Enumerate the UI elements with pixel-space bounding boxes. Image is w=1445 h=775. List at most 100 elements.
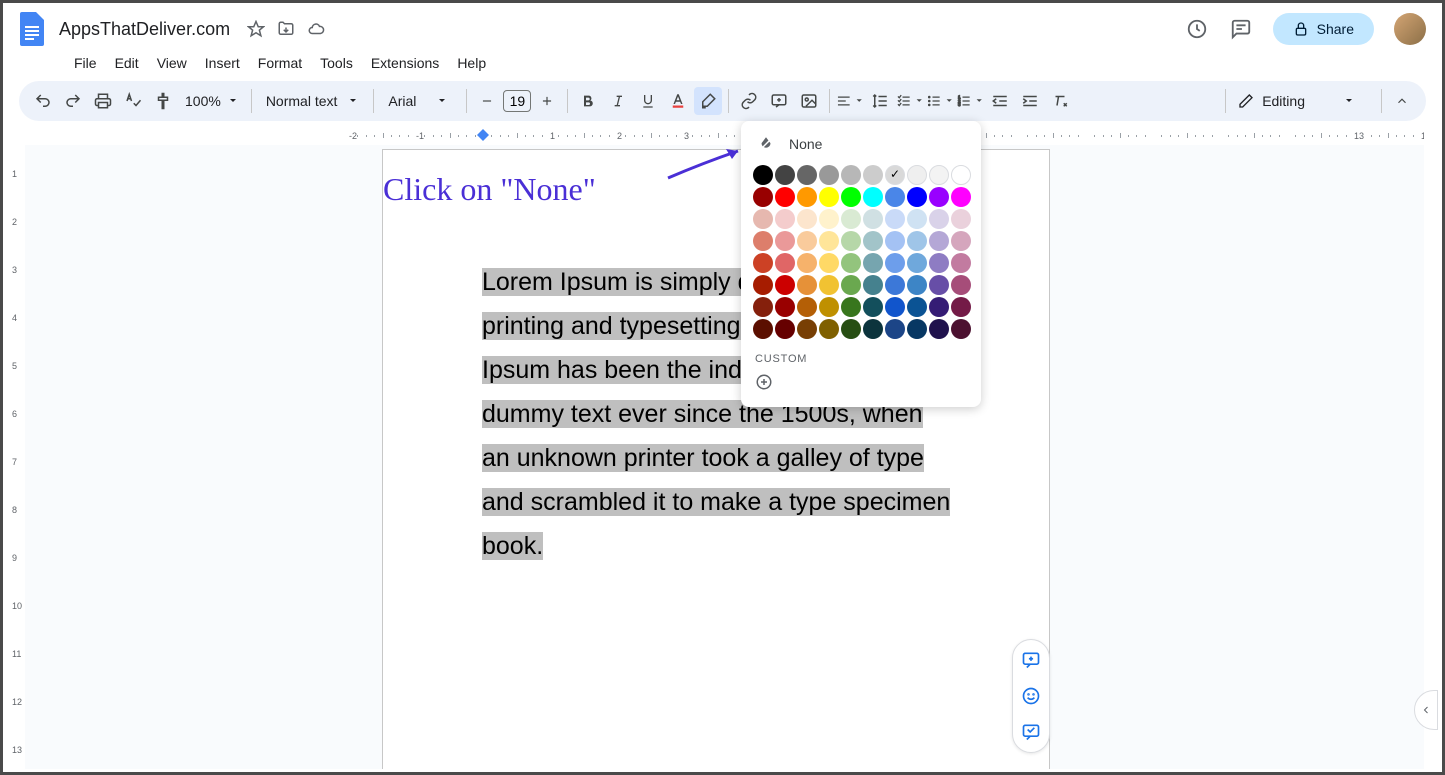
color-swatch[interactable]: [797, 231, 817, 251]
checklist-button[interactable]: [896, 87, 924, 115]
underline-button[interactable]: [634, 87, 662, 115]
menu-edit[interactable]: Edit: [108, 51, 146, 75]
color-swatch[interactable]: [951, 231, 971, 251]
line-spacing-button[interactable]: [866, 87, 894, 115]
color-swatch[interactable]: [797, 187, 817, 207]
format-paint-button[interactable]: [149, 87, 177, 115]
menu-tools[interactable]: Tools: [313, 51, 360, 75]
color-swatch[interactable]: [951, 319, 971, 339]
increase-indent-button[interactable]: [1016, 87, 1044, 115]
color-swatch[interactable]: [885, 297, 905, 317]
color-swatch[interactable]: [775, 253, 795, 273]
color-swatch[interactable]: [907, 209, 927, 229]
color-swatch[interactable]: [951, 297, 971, 317]
bulleted-list-button[interactable]: [926, 87, 954, 115]
color-swatch[interactable]: [753, 187, 773, 207]
add-custom-color-button[interactable]: [741, 369, 981, 395]
user-avatar[interactable]: [1394, 13, 1426, 45]
vertical-ruler[interactable]: 12345678910111213: [9, 145, 25, 769]
document-title[interactable]: AppsThatDeliver.com: [59, 19, 230, 40]
menu-help[interactable]: Help: [450, 51, 493, 75]
color-swatch[interactable]: [885, 275, 905, 295]
color-swatch[interactable]: [951, 253, 971, 273]
color-swatch[interactable]: [863, 231, 883, 251]
print-button[interactable]: [89, 87, 117, 115]
color-swatch[interactable]: [819, 187, 839, 207]
italic-button[interactable]: [604, 87, 632, 115]
menu-view[interactable]: View: [150, 51, 194, 75]
zoom-dropdown[interactable]: 100%: [179, 93, 245, 109]
color-swatch[interactable]: [797, 209, 817, 229]
color-swatch[interactable]: [951, 209, 971, 229]
color-swatch[interactable]: [819, 253, 839, 273]
align-button[interactable]: [836, 87, 864, 115]
color-swatch[interactable]: [929, 253, 949, 273]
color-swatch[interactable]: [907, 297, 927, 317]
cloud-status-icon[interactable]: [306, 19, 326, 39]
color-swatch[interactable]: [951, 275, 971, 295]
color-swatch[interactable]: [775, 187, 795, 207]
color-swatch[interactable]: [797, 165, 817, 185]
color-swatch[interactable]: [775, 275, 795, 295]
color-swatch[interactable]: [885, 253, 905, 273]
color-swatch[interactable]: [929, 275, 949, 295]
color-swatch[interactable]: [753, 209, 773, 229]
add-comment-button[interactable]: [1019, 648, 1043, 672]
color-swatch[interactable]: [863, 297, 883, 317]
color-swatch[interactable]: [929, 165, 949, 185]
font-dropdown[interactable]: Arial: [380, 93, 460, 109]
insert-comment-button[interactable]: [765, 87, 793, 115]
color-swatch[interactable]: [841, 253, 861, 273]
menu-file[interactable]: File: [67, 51, 104, 75]
menu-format[interactable]: Format: [251, 51, 309, 75]
emoji-reaction-button[interactable]: [1019, 684, 1043, 708]
color-none-option[interactable]: None: [741, 127, 981, 161]
color-swatch[interactable]: [885, 165, 905, 185]
color-swatch[interactable]: [775, 209, 795, 229]
color-swatch[interactable]: [885, 187, 905, 207]
editing-mode-dropdown[interactable]: Editing: [1232, 93, 1375, 109]
share-button[interactable]: Share: [1273, 13, 1374, 45]
color-swatch[interactable]: [753, 253, 773, 273]
color-swatch[interactable]: [797, 297, 817, 317]
spellcheck-button[interactable]: [119, 87, 147, 115]
color-swatch[interactable]: [951, 165, 971, 185]
left-indent-marker[interactable]: [477, 129, 489, 143]
color-swatch[interactable]: [841, 165, 861, 185]
insert-link-button[interactable]: [735, 87, 763, 115]
color-swatch[interactable]: [929, 209, 949, 229]
color-swatch[interactable]: [841, 297, 861, 317]
color-swatch[interactable]: [907, 165, 927, 185]
color-swatch[interactable]: [841, 209, 861, 229]
color-swatch[interactable]: [885, 231, 905, 251]
color-swatch[interactable]: [907, 187, 927, 207]
color-swatch[interactable]: [775, 319, 795, 339]
insert-image-button[interactable]: [795, 87, 823, 115]
color-swatch[interactable]: [907, 275, 927, 295]
color-swatch[interactable]: [753, 297, 773, 317]
redo-button[interactable]: [59, 87, 87, 115]
star-icon[interactable]: [246, 19, 266, 39]
numbered-list-button[interactable]: 123: [956, 87, 984, 115]
text-color-button[interactable]: [664, 87, 692, 115]
color-swatch[interactable]: [863, 209, 883, 229]
menu-extensions[interactable]: Extensions: [364, 51, 446, 75]
color-swatch[interactable]: [863, 275, 883, 295]
color-swatch[interactable]: [797, 319, 817, 339]
color-swatch[interactable]: [797, 275, 817, 295]
color-swatch[interactable]: [929, 319, 949, 339]
font-size-input[interactable]: [503, 90, 531, 112]
bold-button[interactable]: [574, 87, 602, 115]
color-swatch[interactable]: [841, 275, 861, 295]
paragraph-style-dropdown[interactable]: Normal text: [258, 93, 368, 109]
color-swatch[interactable]: [753, 231, 773, 251]
color-swatch[interactable]: [775, 231, 795, 251]
color-swatch[interactable]: [819, 297, 839, 317]
color-swatch[interactable]: [863, 187, 883, 207]
comments-icon[interactable]: [1229, 17, 1253, 41]
color-swatch[interactable]: [885, 319, 905, 339]
color-swatch[interactable]: [885, 209, 905, 229]
color-swatch[interactable]: [863, 165, 883, 185]
suggest-edits-button[interactable]: [1019, 720, 1043, 744]
color-swatch[interactable]: [819, 165, 839, 185]
